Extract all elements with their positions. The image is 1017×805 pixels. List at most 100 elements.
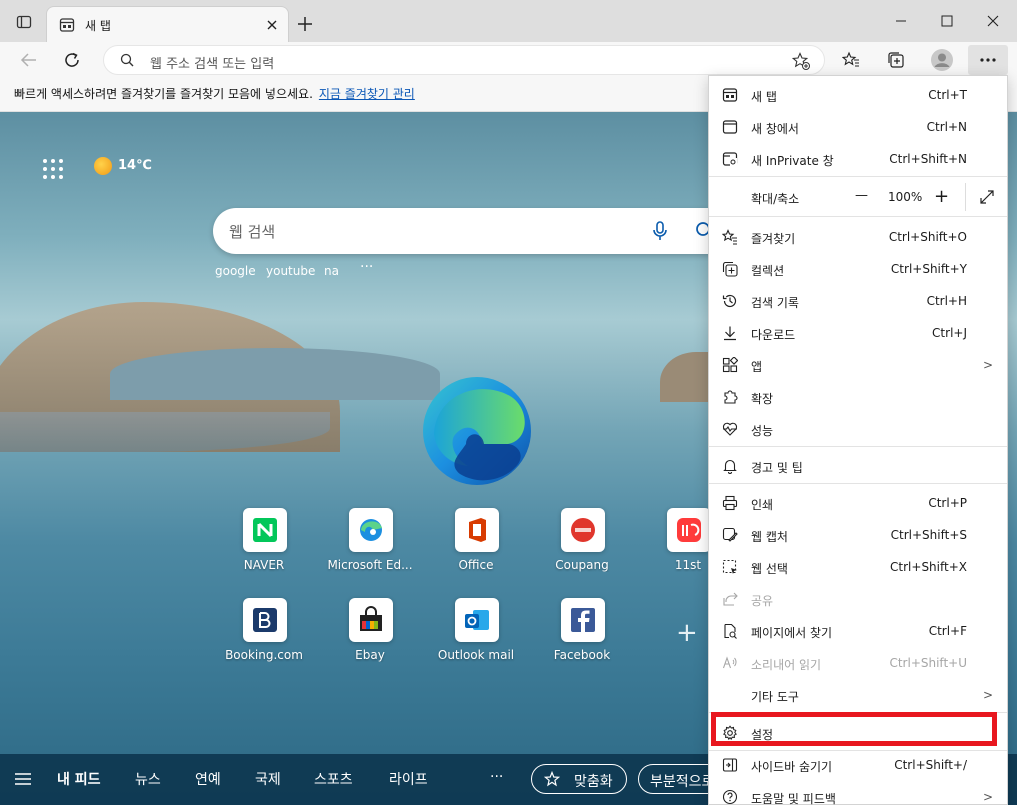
add-tab-icon[interactable]	[297, 16, 313, 32]
search-suggestion[interactable]: google	[215, 264, 256, 278]
fullscreen-icon[interactable]	[979, 189, 995, 205]
search-placeholder: 웹 검색	[229, 223, 276, 241]
maximize-button[interactable]	[924, 8, 970, 34]
zoom-out-button[interactable]: —	[855, 188, 868, 203]
booking-icon	[243, 598, 287, 642]
office-icon	[455, 508, 499, 552]
menu-item-more-tools[interactable]: 기타 도구 >	[709, 679, 1007, 711]
back-icon[interactable]	[20, 51, 38, 69]
quick-link-tile[interactable]: Coupang	[532, 508, 632, 588]
web-search-box[interactable]: 웹 검색	[213, 208, 733, 254]
sidebar-icon	[722, 757, 738, 773]
naver-icon	[243, 508, 287, 552]
profile-avatar[interactable]	[930, 48, 954, 72]
feed-tab-my-feed[interactable]: 내 피드	[57, 769, 101, 789]
menu-item-web-select[interactable]: 웹 선택 Ctrl+Shift+X	[709, 551, 1007, 583]
menu-item-label: 다운로드	[751, 328, 796, 342]
chevron-right-icon: >	[982, 688, 993, 702]
add-shortcut-icon[interactable]: +	[676, 618, 698, 648]
menu-item-apps[interactable]: 앱 >	[709, 349, 1007, 381]
feed-tab-world[interactable]: 국제	[255, 769, 281, 789]
tab-new-tab[interactable]: 새 탭	[46, 6, 289, 42]
quick-link-tile[interactable]: NAVER	[214, 508, 314, 588]
menu-item-label: 확장	[751, 392, 774, 406]
menu-item-help[interactable]: 도움말 및 피드백 >	[709, 781, 1007, 805]
menu-item-inprivate[interactable]: 새 InPrivate 창 Ctrl+Shift+N	[709, 143, 1007, 175]
menu-item-read-aloud[interactable]: 소리내어 읽기 Ctrl+Shift+U	[709, 647, 1007, 679]
feed-more-icon[interactable]: ···	[490, 769, 503, 785]
menu-item-performance[interactable]: 성능	[709, 413, 1007, 445]
search-suggestion[interactable]: youtube	[266, 264, 315, 278]
menu-item-label: 웹 선택	[751, 562, 788, 576]
menu-item-shortcut: Ctrl+Shift+X	[890, 560, 967, 574]
quick-link-tile[interactable]: Microsoft Ed...	[320, 508, 420, 588]
menu-item-shortcut: Ctrl+Shift+/	[894, 758, 967, 772]
zoom-label: 확대/축소	[751, 192, 800, 206]
weather-sun-icon[interactable]	[94, 157, 112, 175]
menu-item-hide-sidebar[interactable]: 사이드바 숨기기 Ctrl+Shift+/	[709, 749, 1007, 781]
search-suggestion[interactable]: na	[324, 264, 339, 278]
menu-item-favorites[interactable]: 즐겨찾기 Ctrl+Shift+O	[709, 221, 1007, 253]
menu-item-history[interactable]: 검색 기록 Ctrl+H	[709, 285, 1007, 317]
menu-item-find[interactable]: 페이지에서 찾기 Ctrl+F	[709, 615, 1007, 647]
settings-and-more-button[interactable]	[968, 45, 1008, 75]
menu-item-collections[interactable]: 컬렉션 Ctrl+Shift+Y	[709, 253, 1007, 285]
collections-icon[interactable]	[887, 51, 905, 69]
zoom-divider	[965, 183, 966, 211]
web-select-icon	[722, 559, 738, 575]
quick-link-tile[interactable]: Booking.com	[214, 598, 314, 678]
address-placeholder: 웹 주소 검색 또는 입력	[150, 57, 275, 72]
menu-item-label: 도움말 및 피드백	[751, 792, 836, 805]
favorites-icon[interactable]	[842, 51, 860, 69]
tab-actions-icon[interactable]	[16, 14, 32, 30]
quick-link-label: Facebook	[553, 648, 611, 662]
minimize-button[interactable]	[878, 8, 924, 34]
address-bar[interactable]: 웹 주소 검색 또는 입력	[103, 45, 825, 75]
outlook-icon	[455, 598, 499, 642]
content-visibility-label: 부분적으로	[650, 774, 715, 790]
extensions-icon	[722, 389, 738, 405]
feed-tab-life[interactable]: 라이프	[389, 769, 428, 789]
refresh-icon[interactable]	[63, 51, 81, 69]
zoom-in-button[interactable]: +	[934, 186, 949, 207]
close-window-button[interactable]	[970, 8, 1016, 34]
menu-item-label: 새 탭	[751, 90, 777, 104]
menu-item-share[interactable]: 공유	[709, 583, 1007, 615]
settings-and-more-menu: 새 탭 Ctrl+T 새 창에서 Ctrl+N 새 InPrivate 창 Ct…	[708, 75, 1008, 805]
close-tab-icon[interactable]	[265, 18, 279, 32]
quick-link-tile[interactable]: Outlook mail	[426, 598, 526, 678]
manage-favorites-link[interactable]: 지금 즐겨찾기 관리	[319, 87, 415, 101]
feed-tab-sports[interactable]: 스포츠	[314, 769, 353, 789]
quick-link-label: Booking.com	[225, 648, 303, 662]
menu-item-label: 소리내어 읽기	[751, 658, 822, 672]
quick-link-tile[interactable]: Facebook	[532, 598, 632, 678]
more-suggestions-icon[interactable]: ···	[360, 259, 373, 275]
quick-link-label: NAVER	[243, 558, 285, 572]
menu-item-label: 기타 도구	[751, 690, 799, 704]
menu-item-extensions[interactable]: 확장	[709, 381, 1007, 413]
menu-item-new-tab[interactable]: 새 탭 Ctrl+T	[709, 79, 1007, 111]
feed-tab-news[interactable]: 뉴스	[135, 769, 161, 789]
feed-tab-entertainment[interactable]: 연예	[195, 769, 221, 789]
quick-link-label: Office	[458, 558, 494, 572]
search-icon	[120, 53, 134, 67]
personalize-button[interactable]: 맞춤화	[531, 764, 627, 794]
add-favorite-icon[interactable]	[792, 52, 810, 70]
menu-item-label: 컬렉션	[751, 264, 785, 278]
menu-item-alerts[interactable]: 경고 및 팁	[709, 450, 1007, 482]
menu-item-downloads[interactable]: 다운로드 Ctrl+J	[709, 317, 1007, 349]
quick-link-tile[interactable]: Ebay	[320, 598, 420, 678]
menu-item-shortcut: Ctrl+J	[932, 326, 967, 340]
app-launcher-icon[interactable]	[40, 156, 66, 180]
quick-link-tile[interactable]: Office	[426, 508, 526, 588]
menu-item-label: 사이드바 숨기기	[751, 760, 833, 774]
menu-item-web-capture[interactable]: 웹 캡처 Ctrl+Shift+S	[709, 519, 1007, 551]
quick-link-label: Ebay	[355, 648, 385, 662]
menu-item-shortcut: Ctrl+P	[928, 496, 967, 510]
menu-item-new-window[interactable]: 새 창에서 Ctrl+N	[709, 111, 1007, 143]
menu-item-label: 인쇄	[751, 498, 774, 512]
menu-item-print[interactable]: 인쇄 Ctrl+P	[709, 487, 1007, 519]
microphone-icon[interactable]	[651, 221, 669, 241]
feed-menu-icon[interactable]	[14, 772, 32, 786]
weather-temperature[interactable]: 14℃	[118, 158, 152, 173]
